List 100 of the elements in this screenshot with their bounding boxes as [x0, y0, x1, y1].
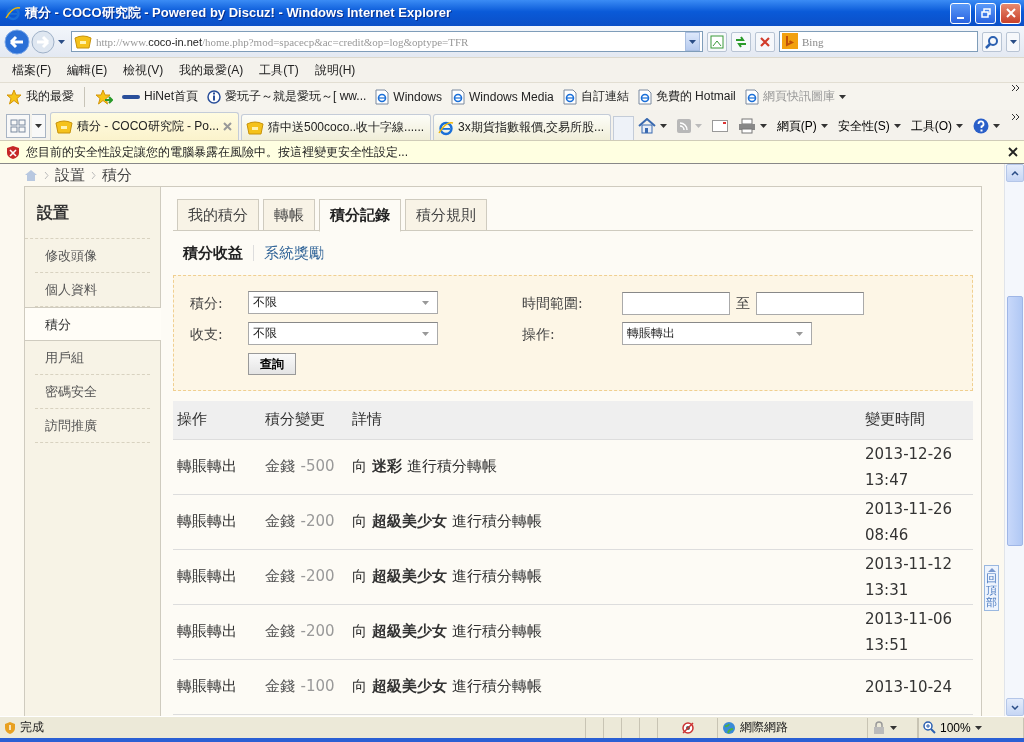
- sidebar-item[interactable]: 修改頭像: [35, 239, 150, 273]
- subtab-link[interactable]: 積分收益: [183, 243, 243, 263]
- field-label: 操作:: [522, 325, 556, 344]
- caret-icon: [694, 124, 702, 128]
- scroll-up-button[interactable]: [1005, 164, 1024, 182]
- sidebar-item[interactable]: 用戶組: [35, 341, 150, 375]
- menu-item[interactable]: 檢視(V): [115, 59, 172, 81]
- add-favorite-button[interactable]: [93, 87, 115, 106]
- browser-tab[interactable]: 3x期貨指數報價,交易所股...: [433, 114, 612, 140]
- credit-select[interactable]: 不限: [248, 291, 438, 314]
- chevron-icon: [1012, 85, 1020, 91]
- column-header: 詳情: [348, 401, 861, 439]
- privacy-eye-icon: [679, 720, 696, 735]
- search-options-button[interactable]: [1006, 31, 1020, 52]
- tab[interactable]: 轉帳: [263, 199, 315, 231]
- credit-type: 金錢: [264, 512, 295, 530]
- page-icon: [637, 88, 652, 105]
- favorite-link[interactable]: Windows Media: [449, 87, 556, 106]
- caret-icon: [659, 124, 667, 128]
- tab[interactable]: 積分記錄: [319, 199, 401, 232]
- star-plus-icon: [95, 88, 113, 105]
- zoom-icon: [923, 721, 936, 734]
- search-icon: [985, 34, 999, 49]
- favorite-link[interactable]: 自訂連結: [560, 87, 631, 106]
- credit-type: 金錢: [264, 567, 295, 585]
- search-button[interactable]: [982, 31, 1002, 52]
- close-icon[interactable]: [1008, 147, 1018, 157]
- shield-icon: [74, 34, 92, 49]
- tab[interactable]: 積分規則: [405, 199, 487, 231]
- close-button[interactable]: [1000, 2, 1021, 24]
- table-cell: 2013-12-26 13:47: [861, 439, 973, 494]
- caret-icon: [820, 124, 828, 128]
- star-icon: [6, 88, 22, 105]
- credit-amount: -500: [300, 457, 335, 475]
- breadcrumb-link[interactable]: 設置: [55, 165, 85, 185]
- scrollbar-thumb[interactable]: [1006, 296, 1023, 546]
- table-cell: 2013-11-06 13:51: [861, 604, 973, 659]
- mail-button[interactable]: [709, 120, 730, 132]
- favorite-link[interactable]: 愛玩子～就是愛玩～[ ww...: [205, 87, 369, 106]
- caret-icon: [759, 124, 767, 128]
- search-button[interactable]: 查詢: [248, 353, 296, 375]
- zoom-button[interactable]: 100%: [918, 717, 1006, 738]
- table-cell: 轉賬轉出: [173, 549, 261, 604]
- menu-item[interactable]: 編輯(E): [59, 59, 116, 81]
- scroll-down-button[interactable]: [1005, 698, 1024, 716]
- compatibility-button[interactable]: [707, 31, 727, 52]
- tab[interactable]: 我的積分: [177, 199, 259, 231]
- favorites-button[interactable]: 我的最愛: [4, 87, 76, 106]
- browser-tab[interactable]: 積分 - COCO研究院 - Po...: [50, 112, 239, 140]
- restore-icon: [980, 8, 991, 18]
- field-label: 收支:: [190, 325, 224, 344]
- chevron-up-icon: [1010, 170, 1019, 176]
- help-button[interactable]: [971, 118, 1002, 134]
- minimize-button[interactable]: [950, 2, 971, 24]
- subtab-link[interactable]: 系統獎勵: [264, 243, 324, 263]
- tab-list-button[interactable]: [32, 114, 46, 138]
- favorite-link[interactable]: Windows: [373, 87, 445, 106]
- browser-tab[interactable]: 猜中送500coco..收十字線......: [241, 114, 432, 140]
- sidebar-item[interactable]: 密碼安全: [35, 375, 150, 409]
- stop-button[interactable]: [755, 31, 775, 52]
- command-menu[interactable]: 網頁(P): [774, 117, 830, 135]
- ie-logo-icon: [5, 5, 21, 21]
- caret-icon: [689, 39, 696, 44]
- command-menu[interactable]: 工具(O): [908, 117, 965, 135]
- sidebar-item[interactable]: 訪問推廣: [35, 409, 150, 443]
- caret-icon: [796, 331, 803, 336]
- menu-item[interactable]: 工具(T): [251, 59, 307, 81]
- address-dropdown[interactable]: [685, 32, 700, 51]
- caret-icon: [422, 300, 429, 305]
- menu-item[interactable]: 說明(H): [306, 59, 364, 81]
- field-label: 積分:: [190, 294, 224, 313]
- table-cell: 向 超級美少女 進行積分轉帳: [348, 604, 861, 659]
- end-date-field[interactable]: [756, 291, 864, 315]
- caret-icon: [422, 331, 429, 336]
- table-cell: 向 迷彩 進行積分轉帳: [348, 439, 861, 494]
- restore-button[interactable]: [975, 2, 996, 24]
- refresh-button[interactable]: [731, 31, 751, 52]
- direction-select[interactable]: 不限: [248, 322, 438, 345]
- command-menu[interactable]: 安全性(S): [835, 117, 903, 135]
- operation-select[interactable]: 轉賬轉出: [622, 322, 812, 345]
- start-date-field[interactable]: [622, 291, 730, 315]
- table-cell: 2013-10-24: [861, 659, 973, 714]
- table-cell: 轉賬轉出: [173, 439, 261, 494]
- caret-icon: [58, 40, 65, 45]
- stop-icon: [759, 35, 771, 48]
- printer-icon: [737, 118, 756, 134]
- menu-item[interactable]: 我的最愛(A): [171, 59, 252, 81]
- table-cell: 2013-11-12 13:31: [861, 549, 973, 604]
- zone-text: 網際網路: [740, 719, 788, 736]
- favorite-link[interactable]: 免費的 Hotmail: [635, 87, 738, 106]
- credit-amount: -200: [300, 567, 335, 585]
- breadcrumb-link[interactable]: 積分: [102, 165, 132, 185]
- favorite-link[interactable]: HiNet首頁: [120, 87, 200, 106]
- sidebar-item[interactable]: 積分: [25, 307, 161, 341]
- minimize-icon: [957, 16, 964, 19]
- menu-item[interactable]: 檔案(F): [4, 59, 60, 81]
- back-button[interactable]: [4, 28, 30, 55]
- back-to-top-button[interactable]: 回頂部: [984, 565, 999, 612]
- address-field[interactable]: http://www.coco-in.net/home.php?mod=spacecp&ac=credit&op=log&optype=TFR: [71, 31, 703, 52]
- search-field[interactable]: Bing: [779, 31, 978, 52]
